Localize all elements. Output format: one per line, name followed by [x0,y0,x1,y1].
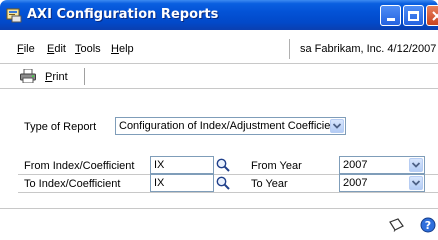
to-index-input[interactable]: IX [150,174,214,192]
from-year-dropdown[interactable]: 2007 [339,156,425,174]
note-icon[interactable] [388,218,404,232]
svg-text:?: ? [425,219,431,232]
minimize-icon [386,18,395,21]
chevron-down-icon[interactable] [330,119,344,133]
report-window-icon [6,8,22,23]
menu-help[interactable]: Help [111,43,134,55]
to-year-value: 2007 [343,177,368,189]
toolbar: Print [0,64,438,89]
title-bar[interactable]: AXI Configuration Reports [0,0,438,30]
close-button[interactable] [426,5,438,26]
printer-icon[interactable] [20,69,36,83]
type-of-report-value: Configuration of Index/Adjustment Coeffi… [119,120,340,132]
type-of-report-label: Type of Report [24,121,97,133]
menu-bar: File Edit Tools Help sa Fabrikam, Inc. 4… [0,30,438,64]
magnifier-icon [216,176,230,190]
type-of-report-dropdown[interactable]: Configuration of Index/Adjustment Coeffi… [115,117,346,135]
close-icon [431,10,438,21]
to-index-label: To Index/Coefficient [24,178,121,190]
magnifier-icon [216,158,230,172]
menu-edit[interactable]: Edit [47,43,66,55]
window-status-bar: ? [0,208,438,240]
to-year-label: To Year [251,178,288,190]
menu-file[interactable]: File [17,43,35,55]
maximize-icon [408,10,419,21]
maximize-button[interactable] [403,5,424,26]
toolbar-separator [84,68,85,85]
chevron-down-icon[interactable] [409,158,423,172]
user-company-date-status: sa Fabrikam, Inc. 4/12/2007 [289,39,438,59]
chevron-down-icon[interactable] [409,176,423,190]
minimize-button[interactable] [380,5,401,26]
from-year-label: From Year [251,160,302,172]
print-button[interactable]: Print [45,71,68,83]
menu-tools[interactable]: Tools [75,43,101,55]
from-index-lookup-button[interactable] [214,156,232,174]
to-index-lookup-button[interactable] [214,174,232,192]
row-divider [18,192,438,193]
to-year-dropdown[interactable]: 2007 [339,174,425,192]
window-title: AXI Configuration Reports [27,7,219,22]
help-icon[interactable]: ? [420,217,436,233]
from-index-input[interactable]: IX [150,156,214,174]
from-year-value: 2007 [343,159,368,171]
from-index-label: From Index/Coefficient [24,160,135,172]
